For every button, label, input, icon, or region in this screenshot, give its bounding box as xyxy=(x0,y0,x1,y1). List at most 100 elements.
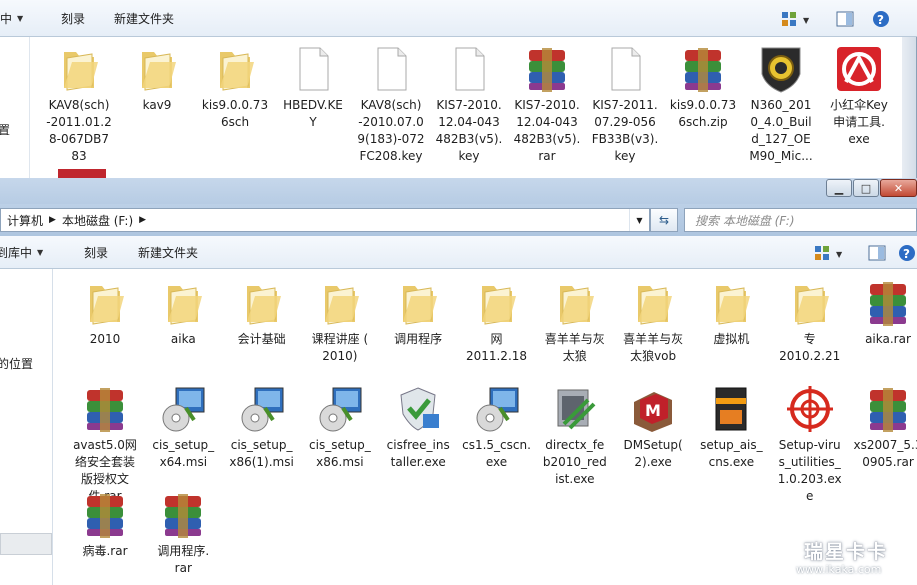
file-label: 会计基础 xyxy=(237,332,286,346)
sidebar-item-locations[interactable]: 的位置 xyxy=(0,355,33,372)
close-button[interactable]: ✕ xyxy=(880,179,917,197)
title-bar: ▁ □ ✕ xyxy=(0,178,917,204)
back-file-item[interactable]: KAV8(sch) -2010.07.0 9(183)-072 FC208.ke… xyxy=(352,44,430,165)
file-item[interactable]: 喜羊羊与灰 太狼vob xyxy=(614,278,692,365)
view-options-icon[interactable]: ▼ xyxy=(814,245,844,261)
file-label: 课程讲座 ( 2010) xyxy=(311,332,369,363)
winrar-icon xyxy=(863,384,913,434)
search-input[interactable]: 搜索 本地磁盘 (F:) xyxy=(684,208,917,232)
include-in-library-menu[interactable]: 到库中 ▼ xyxy=(0,236,43,268)
file-item[interactable]: Setup-viru s_utilities_ 1.0.203.ex e xyxy=(771,384,849,505)
breadcrumb-local-disk[interactable]: 本地磁盘 (F:) xyxy=(62,212,133,229)
back-file-item[interactable]: KAV8(sch) -2011.01.2 8-067DB7 83 xyxy=(40,44,118,165)
file-item[interactable]: 会计基础 xyxy=(223,278,301,348)
winrar-icon xyxy=(80,384,130,434)
preview-pane-icon[interactable] xyxy=(836,11,854,27)
winrar-icon xyxy=(80,490,130,540)
file-item[interactable]: 虚拟机 xyxy=(692,278,770,348)
file-item[interactable]: aika.rar xyxy=(849,278,917,348)
file-label: 小红伞Key 申请工具. exe xyxy=(830,98,888,146)
svg-text:▼: ▼ xyxy=(836,250,843,259)
back-file-item[interactable]: kav9 xyxy=(118,44,196,114)
help-icon[interactable]: ? xyxy=(872,10,890,28)
winrar-icon xyxy=(863,278,913,328)
document-icon xyxy=(600,44,650,94)
installer-icon xyxy=(158,384,208,434)
file-label: 喜羊羊与灰 太狼 xyxy=(544,332,605,363)
back-file-item[interactable]: 小红伞Key 申请工具. exe xyxy=(820,44,898,148)
file-item[interactable]: cs1.5_cscn. exe xyxy=(458,384,536,471)
new-folder-button[interactable]: 新建文件夹 xyxy=(114,0,174,36)
back-file-item[interactable]: kis9.0.0.73 6sch xyxy=(196,44,274,131)
address-bar[interactable]: 计算机 ▶ 本地磁盘 (F:) ▶ ▼ xyxy=(0,208,650,232)
file-item[interactable]: 病毒.rar xyxy=(66,490,144,560)
breadcrumb-separator-icon[interactable]: ▶ xyxy=(49,215,56,225)
help-icon[interactable]: ? xyxy=(898,244,916,262)
file-item[interactable]: 课程讲座 ( 2010) xyxy=(301,278,379,365)
file-label: kis9.0.0.73 6sch.zip xyxy=(669,98,737,129)
view-options-icon[interactable]: ▼ xyxy=(781,11,811,27)
refresh-button[interactable]: ⇆ xyxy=(650,208,678,232)
back-scrollbar[interactable] xyxy=(902,37,916,178)
file-label: DMSetup( 2).exe xyxy=(623,438,683,469)
folder-icon xyxy=(158,278,208,328)
organize-menu[interactable]: 中 ▼ xyxy=(0,0,23,36)
file-label: KIS7-2010. 12.04-043 482B3(v5). rar xyxy=(513,98,581,163)
file-item[interactable]: xs2007_5.3 0905.rar xyxy=(849,384,917,471)
file-label: KIS7-2011. 07.29-056 FB33B(v3). key xyxy=(591,98,659,163)
file-label: KAV8(sch) -2010.07.0 9(183)-072 FC208.ke… xyxy=(357,98,425,163)
svg-text:?: ? xyxy=(877,13,884,27)
back-file-item[interactable]: KIS7-2011. 07.29-056 FB33B(v3). key xyxy=(586,44,664,165)
folder-icon xyxy=(706,278,756,328)
folder-icon xyxy=(132,44,182,94)
include-label: 到库中 xyxy=(0,245,33,260)
maximize-button[interactable]: □ xyxy=(853,179,879,197)
file-item[interactable]: M DMSetup( 2).exe xyxy=(614,384,692,471)
file-label: cis_setup_ x86.msi xyxy=(309,438,371,469)
folder-icon xyxy=(80,278,130,328)
file-label: aika xyxy=(170,332,196,346)
file-item[interactable]: cisfree_ins taller.exe xyxy=(379,384,457,471)
file-item[interactable]: cis_setup_ x64.msi xyxy=(144,384,222,471)
back-file-item[interactable]: KIS7-2010. 12.04-043 482B3(v5). key xyxy=(430,44,508,165)
new-folder-button[interactable]: 新建文件夹 xyxy=(138,236,198,268)
file-item[interactable]: avast5.0网 络安全套装 版授权文 件.rar xyxy=(66,384,144,505)
file-item[interactable]: 2010 xyxy=(66,278,144,348)
file-item[interactable]: setup_ais_ cns.exe xyxy=(692,384,770,471)
file-item[interactable]: 喜羊羊与灰 太狼 xyxy=(536,278,614,365)
back-file-item[interactable]: KIS7-2010. 12.04-043 482B3(v5). rar xyxy=(508,44,586,165)
back-file-item[interactable]: HBEDV.KE Y xyxy=(274,44,352,131)
back-file-item[interactable]: kis9.0.0.73 6sch.zip xyxy=(664,44,742,131)
breadcrumb-separator-icon[interactable]: ▶ xyxy=(139,215,146,225)
svg-text:?: ? xyxy=(903,247,910,261)
file-item[interactable]: directx_fe b2010_red ist.exe xyxy=(536,384,614,488)
sidebar-selected-item[interactable] xyxy=(0,533,52,555)
file-item[interactable]: 调用程序. rar xyxy=(144,490,222,577)
navigation-pane: 的位置 xyxy=(0,269,53,585)
refresh-icon: ⇆ xyxy=(658,213,670,227)
address-row: 计算机 ▶ 本地磁盘 (F:) ▶ ▼ ⇆ 搜索 本地磁盘 (F:) xyxy=(0,204,917,236)
file-item[interactable]: cis_setup_ x86.msi xyxy=(301,384,379,471)
burn-button[interactable]: 刻录 xyxy=(61,0,85,36)
preview-pane-icon[interactable] xyxy=(868,245,886,261)
file-label: 专 2010.2.21 xyxy=(779,332,841,363)
file-item[interactable]: aika xyxy=(144,278,222,348)
file-label: Setup-viru s_utilities_ 1.0.203.ex e xyxy=(777,438,842,503)
file-label: cs1.5_cscn. exe xyxy=(462,438,531,469)
watermark-url: www.ikaka.com xyxy=(796,563,882,576)
burn-button[interactable]: 刻录 xyxy=(84,236,108,268)
file-item[interactable]: 网 2011.2.18 xyxy=(458,278,536,365)
breadcrumb-computer[interactable]: 计算机 xyxy=(7,212,43,229)
svg-text:▼: ▼ xyxy=(803,16,810,25)
file-label: 网 2011.2.18 xyxy=(465,332,528,363)
back-sidebar: 置 xyxy=(0,37,30,178)
file-item[interactable]: 专 2010.2.21 xyxy=(771,278,849,365)
chevron-down-icon[interactable]: ▼ xyxy=(629,209,649,231)
file-item[interactable]: 调用程序 xyxy=(379,278,457,348)
minimize-button[interactable]: ▁ xyxy=(826,179,852,197)
file-item[interactable]: cis_setup_ x86(1).msi xyxy=(223,384,301,471)
new-folder-label: 新建文件夹 xyxy=(114,11,175,26)
folder-icon xyxy=(550,278,600,328)
back-file-item[interactable]: N360_201 0_4.0_Buil d_127_OE M90_Mic... xyxy=(742,44,820,165)
file-label: cis_setup_ x64.msi xyxy=(152,438,215,469)
